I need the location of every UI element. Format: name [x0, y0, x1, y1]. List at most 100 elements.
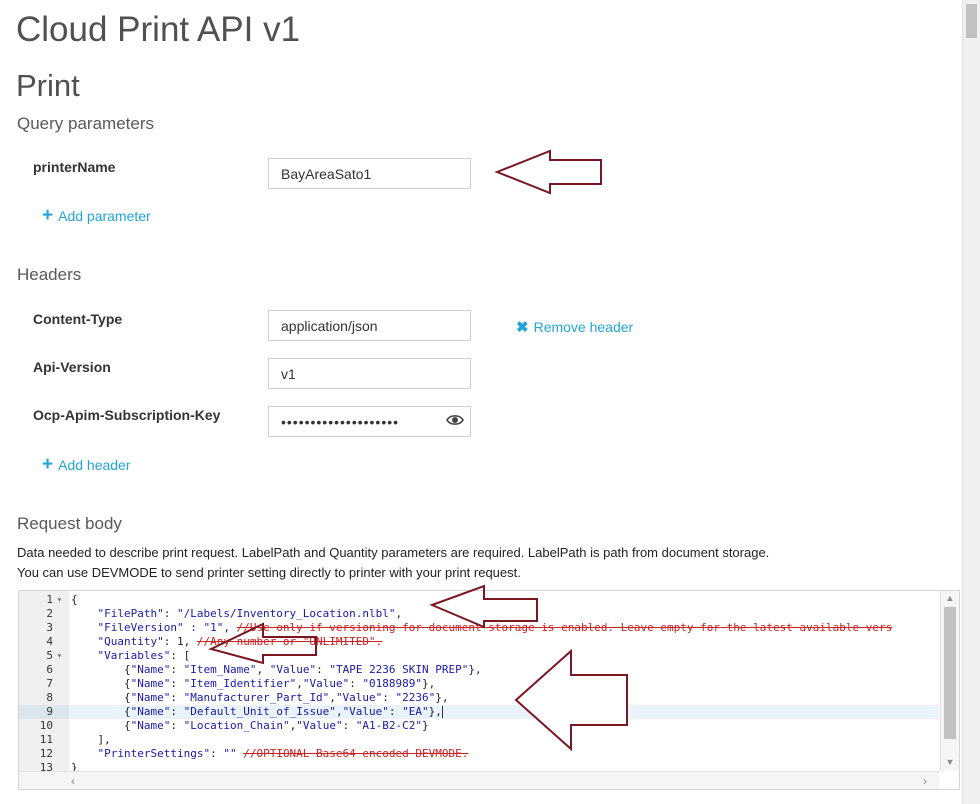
code-token: , — [223, 621, 237, 634]
code-token: : — [170, 663, 184, 676]
line-number-text: 2 — [46, 607, 53, 620]
code-string: "2236" — [395, 691, 436, 704]
code-text: {"Name": "Item_Identifier","Value": "018… — [71, 677, 435, 691]
subscription-key-input[interactable] — [268, 406, 471, 437]
line-number: 10 — [19, 719, 69, 733]
code-string: "Location_Chain" — [183, 719, 290, 732]
code-comment: //OPTIONAL Base64 encoded DEVMODE. — [243, 747, 469, 760]
code-string: "EA" — [402, 705, 429, 718]
code-text: "FilePath": "/Labels/Inventory_Location.… — [71, 607, 402, 621]
plus-icon: + — [42, 205, 54, 226]
code-line[interactable]: 8 {"Name": "Manufacturer_Part_Id","Value… — [19, 691, 939, 705]
scroll-left-icon[interactable]: ‹ — [71, 774, 75, 788]
code-string: "Value" — [302, 677, 350, 690]
code-token: , — [296, 677, 303, 690]
line-number: 5 ▾ — [19, 649, 69, 663]
api-title: Cloud Print API v1 — [16, 10, 301, 49]
code-text: {"Name": "Default_Unit_of_Issue","Value"… — [71, 705, 443, 719]
code-token: : — [382, 691, 396, 704]
fold-toggle-icon[interactable]: ▾ — [57, 649, 62, 663]
code-line[interactable]: 9 {"Name": "Default_Unit_of_Issue","Valu… — [19, 705, 939, 719]
line-number: 12 — [19, 747, 69, 761]
request-body-heading: Request body — [17, 514, 122, 533]
scroll-up-icon[interactable]: ▲ — [941, 593, 959, 603]
line-number: 7 — [19, 677, 69, 691]
code-string: "Name" — [130, 705, 171, 718]
remove-header-link[interactable]: ✖ Remove header — [516, 318, 633, 336]
code-line[interactable]: 1 ▾ { — [19, 593, 939, 607]
line-number-text: 8 — [46, 691, 53, 704]
code-token: { — [71, 677, 131, 690]
editor-vertical-scrollbar[interactable]: ▲ ▼ — [940, 591, 959, 771]
code-line[interactable]: 6 {"Name": "Item_Name", "Value": "TAPE 2… — [19, 663, 939, 677]
code-string: "Default_Unit_of_Issue" — [183, 705, 336, 718]
api-version-input[interactable] — [268, 358, 471, 389]
code-text: "PrinterSettings": "" //OPTIONAL Base64 … — [71, 747, 468, 761]
fold-toggle-icon[interactable]: ▾ — [57, 593, 62, 607]
line-number: 2 — [19, 607, 69, 621]
param-name-printername: printerName — [33, 159, 116, 175]
line-number: 8 — [19, 691, 69, 705]
code-string: "" — [223, 747, 237, 760]
code-string: "/Labels/Inventory_Location.nlbl" — [176, 607, 396, 620]
code-comment: //Any number or "UNLIMITED". — [196, 635, 383, 648]
code-line[interactable]: 10 {"Name": "Location_Chain","Value": "A… — [19, 719, 939, 733]
code-comment: //Use only if versioning for document st… — [236, 621, 893, 634]
code-line[interactable]: 7 {"Name": "Item_Identifier","Value": "0… — [19, 677, 939, 691]
code-area[interactable]: 1 ▾ {2 "FilePath": "/Labels/Inventory_Loca… — [19, 593, 939, 775]
request-body-description-1: Data needed to describe print request. L… — [17, 545, 770, 560]
request-body-editor[interactable]: 1 ▾ {2 "FilePath": "/Labels/Inventory_Loca… — [18, 590, 960, 790]
page-scrollbar-thumb[interactable] — [966, 4, 977, 38]
add-header-link[interactable]: + Add header — [42, 455, 131, 474]
code-token: : — [388, 705, 403, 718]
operation-title: Print — [16, 68, 80, 103]
line-number: 3 — [19, 621, 69, 635]
code-string: "Name" — [130, 677, 171, 690]
code-token: : 1, — [163, 635, 197, 648]
code-token: }, — [468, 663, 482, 676]
line-number-text: 4 — [46, 635, 53, 648]
code-line[interactable]: 12 "PrinterSettings": "" //OPTIONAL Base… — [19, 747, 939, 761]
line-number-text: 1 — [46, 593, 53, 606]
code-string: "Item_Identifier" — [183, 677, 297, 690]
line-number: 4 — [19, 635, 69, 649]
header-name-api-version: Api-Version — [33, 359, 111, 375]
eye-icon[interactable] — [446, 413, 464, 427]
code-text: {"Name": "Location_Chain","Value": "A1-B… — [71, 719, 429, 733]
code-string: "Value" — [269, 663, 317, 676]
content-type-input[interactable] — [268, 310, 471, 341]
code-token: { — [71, 593, 78, 606]
close-icon: ✖ — [516, 319, 529, 336]
code-text: ], — [71, 733, 110, 747]
line-number-text: 12 — [39, 747, 53, 760]
page-scrollbar[interactable] — [962, 0, 980, 804]
code-line[interactable]: 11 ], — [19, 733, 939, 747]
code-string: "Name" — [130, 691, 171, 704]
line-number-text: 9 — [46, 705, 53, 718]
code-token: : — [316, 663, 330, 676]
text-cursor — [441, 706, 443, 718]
editor-vertical-thumb[interactable] — [944, 607, 956, 739]
line-number-text: 3 — [46, 621, 53, 634]
code-token: { — [71, 719, 131, 732]
code-token: : — [170, 719, 184, 732]
code-token: { — [71, 705, 131, 718]
code-token: : [ — [170, 649, 191, 662]
code-token: }, — [422, 677, 436, 690]
code-token: , — [335, 705, 343, 718]
code-token: : — [210, 747, 224, 760]
line-number-text: 7 — [46, 677, 53, 690]
code-line[interactable]: 5 ▾ "Variables": [ — [19, 649, 939, 663]
code-token: : — [170, 691, 184, 704]
add-parameter-link[interactable]: + Add parameter — [42, 205, 151, 226]
scroll-down-icon[interactable]: ▼ — [941, 757, 959, 767]
code-line[interactable]: 3 "FileVersion" : "1", //Use only if ver… — [19, 621, 939, 635]
headers-heading: Headers — [17, 265, 82, 284]
scroll-right-icon[interactable]: › — [923, 774, 927, 788]
printername-input[interactable] — [268, 158, 471, 189]
code-line[interactable]: 2 "FilePath": "/Labels/Inventory_Locatio… — [19, 607, 939, 621]
code-string: "Manufacturer_Part_Id" — [183, 691, 330, 704]
code-line[interactable]: 4 "Quantity": 1, //Any number or "UNLIMI… — [19, 635, 939, 649]
code-text: "FileVersion" : "1", //Use only if versi… — [71, 621, 892, 635]
editor-horizontal-scrollbar[interactable]: ‹ › — [19, 771, 939, 789]
